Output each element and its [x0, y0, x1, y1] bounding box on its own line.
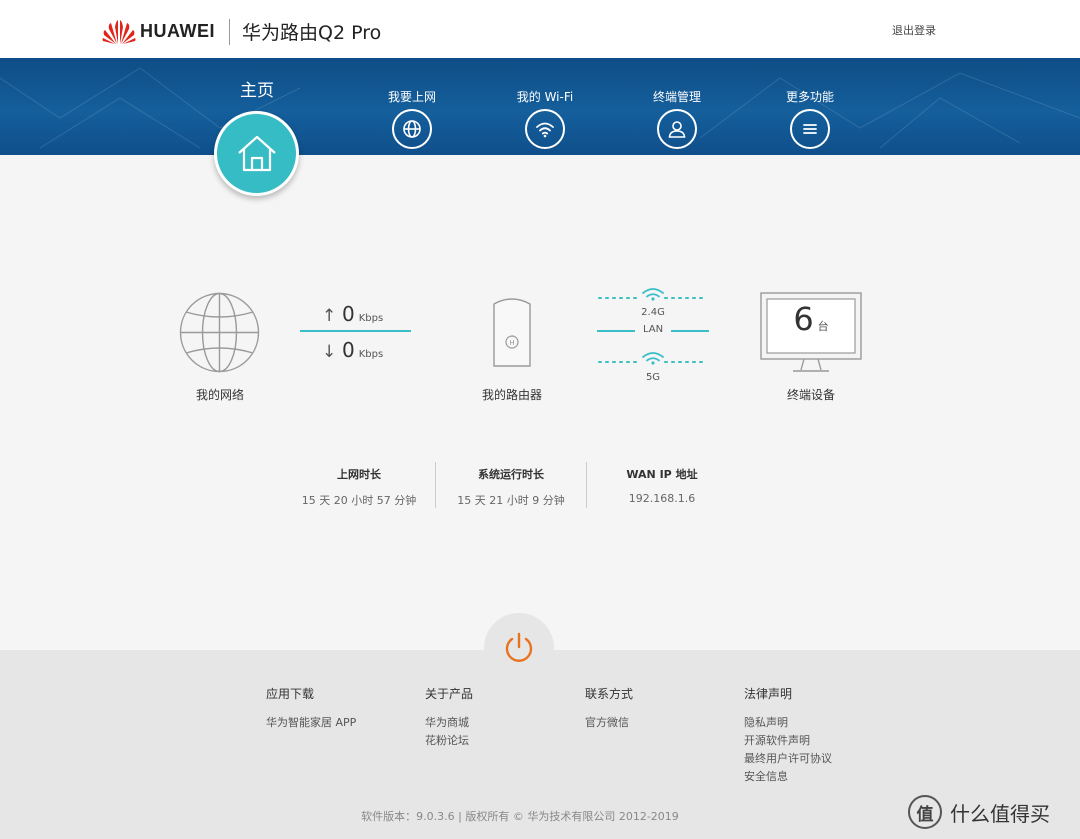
- product-name: 华为路由Q2 Pro: [242, 22, 382, 44]
- wan-ip: WAN IP 地址 192.168.1.6: [587, 466, 737, 505]
- footer-link[interactable]: 安全信息: [744, 768, 832, 786]
- upload-arrow-icon: ↑: [322, 306, 337, 326]
- top-header: HUAWEI 华为路由Q2 Pro 退出登录: [0, 0, 1080, 58]
- footer-column-title: 关于产品: [425, 687, 474, 701]
- upload-value: 0: [342, 302, 355, 326]
- watermark-badge: 值: [908, 795, 942, 829]
- footer-link[interactable]: 隐私声明: [744, 714, 832, 732]
- footer-link[interactable]: 华为智能家居 APP: [266, 714, 356, 732]
- logo-divider: [229, 18, 230, 45]
- stat-title: 上网时长: [337, 468, 381, 481]
- download-speed: ↓ 0 Kbps: [300, 338, 411, 362]
- logout-link[interactable]: 退出登录: [892, 22, 936, 38]
- footer-column-legal: 法律声明 隐私声明 开源软件声明 最终用户许可协议 安全信息: [744, 685, 832, 786]
- traffic-speed: ↑ 0 Kbps ↓ 0 Kbps: [300, 302, 411, 362]
- speed-divider: [300, 330, 411, 332]
- devices-label: 终端设备: [786, 388, 835, 402]
- network-label: 我的网络: [195, 388, 244, 402]
- stat-title: 系统运行时长: [478, 468, 544, 481]
- footer-link[interactable]: 华为商城: [425, 714, 473, 732]
- power-icon: [505, 632, 533, 662]
- footer-link[interactable]: 最终用户许可协议: [744, 750, 832, 768]
- footer-column-title: 法律声明: [744, 687, 793, 701]
- nav-home-label[interactable]: 主页: [236, 76, 278, 101]
- device-count-unit: 台: [817, 320, 829, 333]
- footer-link[interactable]: 花粉论坛: [425, 732, 473, 750]
- footer-link[interactable]: 官方微信: [585, 714, 633, 732]
- stat-value: 192.168.1.6: [628, 492, 696, 505]
- network-globe-icon[interactable]: [179, 292, 260, 373]
- home-icon: [237, 135, 276, 171]
- home-button[interactable]: [214, 111, 299, 196]
- band-24g-label: 2.4G: [641, 307, 665, 318]
- footer-link[interactable]: 开源软件声明: [744, 732, 832, 750]
- router-icon[interactable]: H: [490, 296, 534, 368]
- stat-value: 15 天 20 小时 57 分钟: [301, 494, 417, 507]
- brand-name: HUAWEI: [140, 21, 215, 41]
- device-count: 6台: [766, 300, 856, 338]
- upload-unit: Kbps: [358, 313, 384, 324]
- nav-item-label: 我要上网: [387, 90, 436, 104]
- nav-item-label: 我的 Wi-Fi: [516, 90, 574, 104]
- huawei-logo: HUAWEI 华为路由Q2 Pro: [102, 18, 381, 45]
- footer-column-product: 关于产品 华为商城 花粉论坛: [425, 685, 473, 750]
- footer-column-contact: 联系方式 官方微信: [585, 685, 633, 732]
- online-duration: 上网时长 15 天 20 小时 57 分钟: [284, 466, 434, 508]
- footer-column-title: 联系方式: [585, 687, 634, 701]
- main-nav: 主页 我要上网 我的 Wi-Fi 终端管理 更多功能: [0, 58, 1080, 155]
- footer-column-app: 应用下载 华为智能家居 APP: [266, 685, 356, 732]
- download-arrow-icon: ↓: [322, 342, 337, 362]
- nav-item-devices[interactable]: 终端管理: [632, 88, 722, 149]
- download-value: 0: [342, 338, 355, 362]
- wifi-icon: [525, 109, 565, 149]
- watermark: 值 什么值得买: [908, 795, 1050, 829]
- nav-item-label: 更多功能: [785, 90, 834, 104]
- router-label: 我的路由器: [481, 388, 542, 402]
- watermark-text: 什么值得买: [950, 801, 1050, 826]
- user-icon: [657, 109, 697, 149]
- power-button[interactable]: [484, 613, 554, 683]
- copyright-text: 软件版本：9.0.3.6 | 版权所有 © 华为技术有限公司 2012-2019: [361, 810, 679, 823]
- nav-item-internet[interactable]: 我要上网: [367, 88, 457, 149]
- system-uptime: 系统运行时长 15 天 21 小时 9 分钟: [436, 466, 586, 508]
- menu-icon: [790, 109, 830, 149]
- stat-value: 15 天 21 小时 9 分钟: [457, 494, 565, 507]
- stat-title: WAN IP 地址: [626, 468, 698, 481]
- device-count-value: 6: [793, 300, 814, 338]
- svg-text:H: H: [509, 339, 514, 347]
- nav-item-more[interactable]: 更多功能: [765, 88, 855, 149]
- lan-label: LAN: [642, 324, 664, 335]
- huawei-flower-icon: [102, 19, 136, 44]
- upload-speed: ↑ 0 Kbps: [300, 302, 411, 326]
- nav-item-wifi[interactable]: 我的 Wi-Fi: [500, 88, 590, 149]
- band-5g-label: 5G: [645, 372, 661, 383]
- globe-icon: [392, 109, 432, 149]
- wifi-links-graphic: [597, 288, 709, 365]
- footer-column-title: 应用下载: [266, 687, 315, 701]
- nav-item-label: 终端管理: [652, 90, 701, 104]
- connection-bands: 2.4G LAN 5G: [597, 285, 709, 385]
- download-unit: Kbps: [358, 349, 384, 360]
